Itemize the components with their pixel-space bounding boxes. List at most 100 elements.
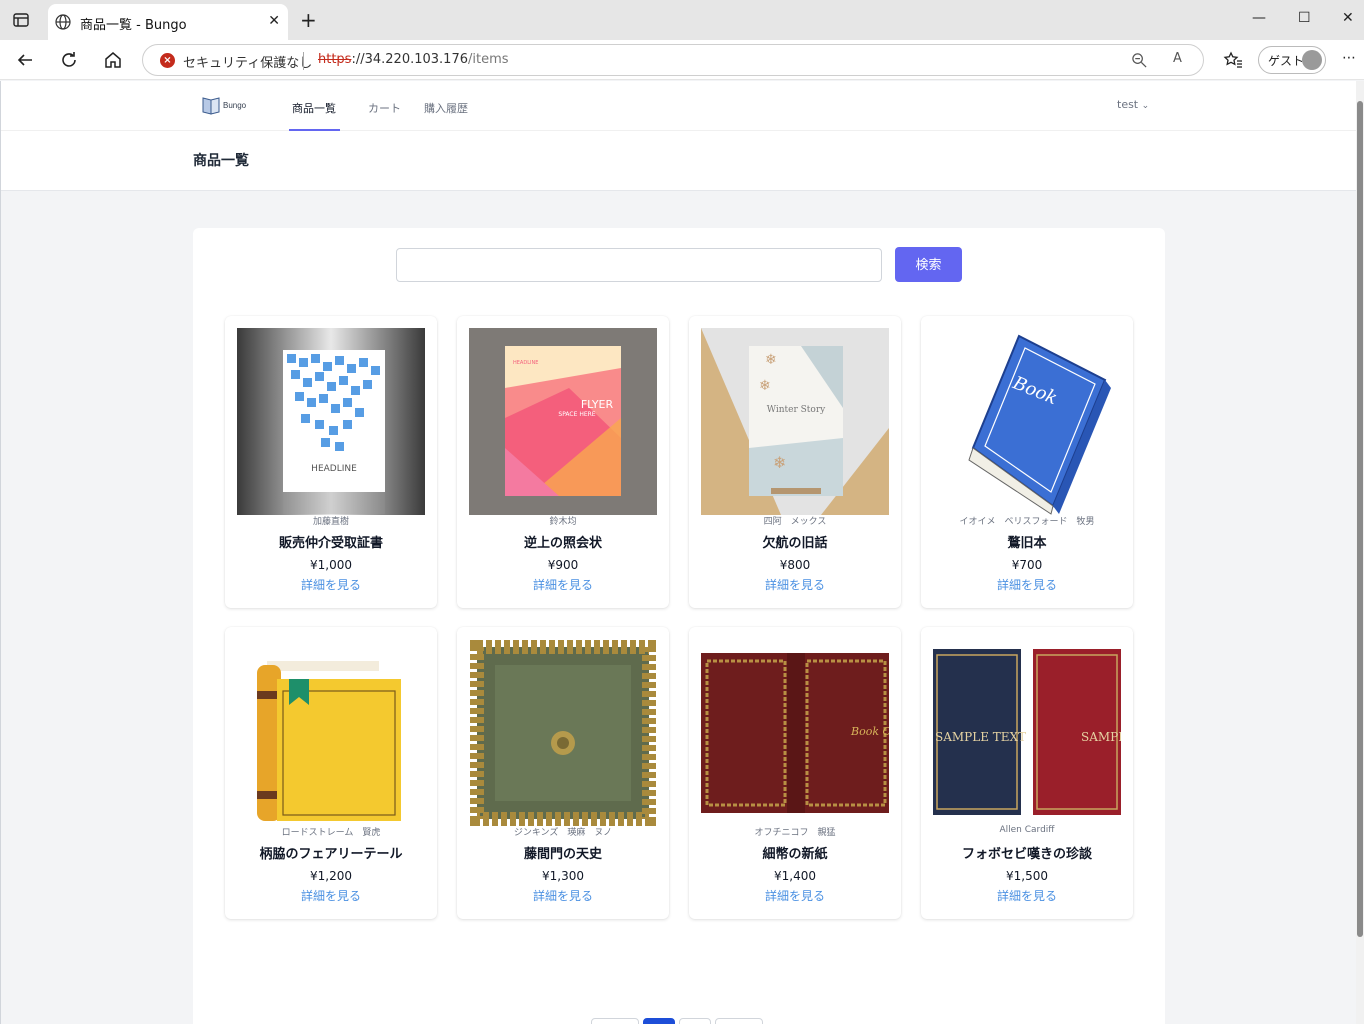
- read-aloud-icon[interactable]: A: [1173, 51, 1182, 66]
- book-cover-image[interactable]: Book: [933, 328, 1121, 515]
- product-price: ¥700: [1011, 558, 1043, 572]
- url-bar[interactable]: × セキュリティ保護なし https://34.220.103.176/item…: [142, 44, 1204, 76]
- book-cover-image[interactable]: ❄ ❄ Winter Story ❄: [701, 328, 889, 515]
- pagination-page-current[interactable]: [643, 1018, 675, 1024]
- favorites-icon[interactable]: [1223, 50, 1243, 70]
- search-button[interactable]: 検索: [895, 247, 962, 282]
- pagination-page[interactable]: [679, 1018, 711, 1024]
- product-card: SAMPLE TEXT SAMPLE TEXT Allen Cardiff フォ…: [921, 627, 1133, 919]
- url-text[interactable]: https://34.220.103.176/items: [318, 52, 509, 67]
- url-separator: [303, 52, 304, 70]
- product-price: ¥800: [779, 558, 811, 572]
- product-author: 四阿 メックス: [763, 517, 827, 527]
- cover-1-art: HEADLINE: [237, 328, 425, 515]
- brand-logo[interactable]: Bungo: [201, 93, 251, 117]
- chevron-down-icon: ⌄: [1141, 101, 1150, 111]
- page-viewport: Bungo 商品一覧 カート 購入履歴 test ⌄ 商品一覧 検索 HEADL…: [0, 81, 1356, 1024]
- browser-tab[interactable]: 商品一覧 - Bungo ✕: [48, 4, 288, 40]
- cover-8-art: SAMPLE TEXT SAMPLE TEXT: [933, 639, 1121, 826]
- security-label[interactable]: セキュリティ保護なし: [183, 52, 312, 71]
- book-cover-image[interactable]: HEADLINE: [237, 328, 425, 515]
- view-details-link[interactable]: 詳細を見る: [225, 887, 437, 904]
- url-host: ://34.220.103.176: [351, 52, 468, 67]
- user-menu[interactable]: test ⌄: [1117, 98, 1149, 111]
- product-author: 加藤直樹: [312, 517, 349, 527]
- view-details-link[interactable]: 詳細を見る: [689, 576, 901, 593]
- cover-6-art: [469, 639, 657, 826]
- book-cover-image[interactable]: SAMPLE TEXT SAMPLE TEXT: [933, 639, 1121, 826]
- nav-item-history[interactable]: 購入履歴: [424, 100, 468, 116]
- scrollbar[interactable]: [1356, 81, 1364, 1024]
- brand-name: Bungo: [223, 101, 247, 110]
- tab-actions-icon[interactable]: [12, 11, 30, 29]
- product-name: 藤間門の天史: [523, 847, 602, 862]
- product-name: 欠航の旧話: [762, 536, 828, 551]
- book-cover-image[interactable]: HEADLINE FLYER SPACE HERE: [469, 328, 657, 515]
- product-price: ¥1,300: [542, 869, 584, 883]
- product-price: ¥1,000: [310, 558, 352, 572]
- nav-item-cart[interactable]: カート: [368, 100, 401, 116]
- product-author: オフチニコフ 親猛: [754, 828, 836, 838]
- view-details-link[interactable]: 詳細を見る: [457, 887, 669, 904]
- page-title: 商品一覧: [193, 153, 249, 169]
- new-tab-icon[interactable]: +: [300, 10, 317, 30]
- url-path: /items: [468, 52, 509, 67]
- product-card: ❄ ❄ Winter Story ❄ 四阿 メックス 欠航の旧話 ¥800 詳細…: [689, 316, 901, 608]
- browser-tab-bar: 商品一覧 - Bungo ✕ + — ☐ ✕: [0, 0, 1364, 40]
- maximize-icon[interactable]: ☐: [1298, 10, 1311, 26]
- nav-item-products[interactable]: 商品一覧: [292, 100, 336, 116]
- product-name: 細幣の新紙: [762, 847, 828, 862]
- cover-1-title: HEADLINE: [311, 464, 357, 474]
- book-logo-icon: [202, 97, 220, 115]
- product-name: 販売仲介受取証書: [278, 536, 383, 551]
- product-card: HEADLINE 加藤直樹 販売仲介受取証書 ¥1,000 詳細を見る: [225, 316, 437, 608]
- back-icon[interactable]: [15, 50, 35, 70]
- home-icon[interactable]: [103, 50, 123, 70]
- product-author: 鈴木均: [549, 517, 577, 527]
- product-card: ロードストレーム 賢虎 柄脇のフェアリーテール ¥1,200 詳細を見る: [225, 627, 437, 919]
- cover-2-space: SPACE HERE: [558, 411, 595, 418]
- product-card: ジンキンズ 瑛麻 ヌノ 藤間門の天史 ¥1,300 詳細を見る: [457, 627, 669, 919]
- tab-title: 商品一覧 - Bungo: [80, 18, 187, 33]
- address-toolbar: × セキュリティ保護なし https://34.220.103.176/item…: [0, 40, 1364, 80]
- zoom-icon[interactable]: [1131, 52, 1148, 69]
- product-name: 柄脇のフェアリーテール: [259, 847, 403, 862]
- product-price: ¥1,200: [310, 869, 352, 883]
- view-details-link[interactable]: 詳細を見る: [921, 576, 1133, 593]
- page-header: 商品一覧: [1, 131, 1356, 191]
- view-details-link[interactable]: 詳細を見る: [689, 887, 901, 904]
- cover-8-right-text: SAMPLE TEXT: [1081, 730, 1121, 744]
- cover-7-art: Book C: [701, 639, 889, 826]
- product-name: 逆上の照会状: [523, 536, 602, 551]
- avatar: [1302, 50, 1322, 70]
- product-author: ジンキンズ 瑛麻 ヌノ: [513, 828, 613, 838]
- view-details-link[interactable]: 詳細を見る: [921, 887, 1133, 904]
- cover-4-art: Book: [933, 328, 1121, 515]
- scrollbar-thumb[interactable]: [1357, 101, 1363, 937]
- cover-2-flyer: FLYER: [581, 398, 614, 411]
- cover-3-art: ❄ ❄ Winter Story ❄: [701, 328, 889, 515]
- security-warning-icon[interactable]: ×: [160, 53, 175, 68]
- search-input[interactable]: [396, 248, 882, 282]
- view-details-link[interactable]: 詳細を見る: [457, 576, 669, 593]
- close-tab-icon[interactable]: ✕: [268, 13, 280, 29]
- book-cover-image[interactable]: Book C: [701, 639, 889, 826]
- pagination-prev[interactable]: [591, 1018, 639, 1024]
- minimize-icon[interactable]: —: [1252, 10, 1266, 26]
- cover-2-art: HEADLINE FLYER SPACE HERE: [469, 328, 657, 515]
- globe-icon: [55, 14, 71, 30]
- product-card: Book C オフチニコフ 親猛 細幣の新紙 ¥1,400 詳細を見る: [689, 627, 901, 919]
- product-author: イオイメ ベリスフォード 牧男: [959, 517, 1095, 527]
- product-name: フォボセビ嘆きの珍談: [961, 847, 1092, 862]
- book-cover-image[interactable]: [469, 639, 657, 826]
- cover-2-headline: HEADLINE: [513, 360, 538, 366]
- snowflake-icon: ❄: [759, 378, 771, 394]
- view-details-link[interactable]: 詳細を見る: [225, 576, 437, 593]
- refresh-icon[interactable]: [59, 50, 79, 70]
- pagination-next[interactable]: [715, 1018, 763, 1024]
- book-cover-image[interactable]: [237, 639, 425, 826]
- product-author: Allen Cardiff: [999, 825, 1055, 835]
- guest-profile-button[interactable]: ゲスト: [1258, 46, 1326, 74]
- more-menu-icon[interactable]: ⋯: [1342, 50, 1356, 66]
- window-close-icon[interactable]: ✕: [1342, 10, 1354, 26]
